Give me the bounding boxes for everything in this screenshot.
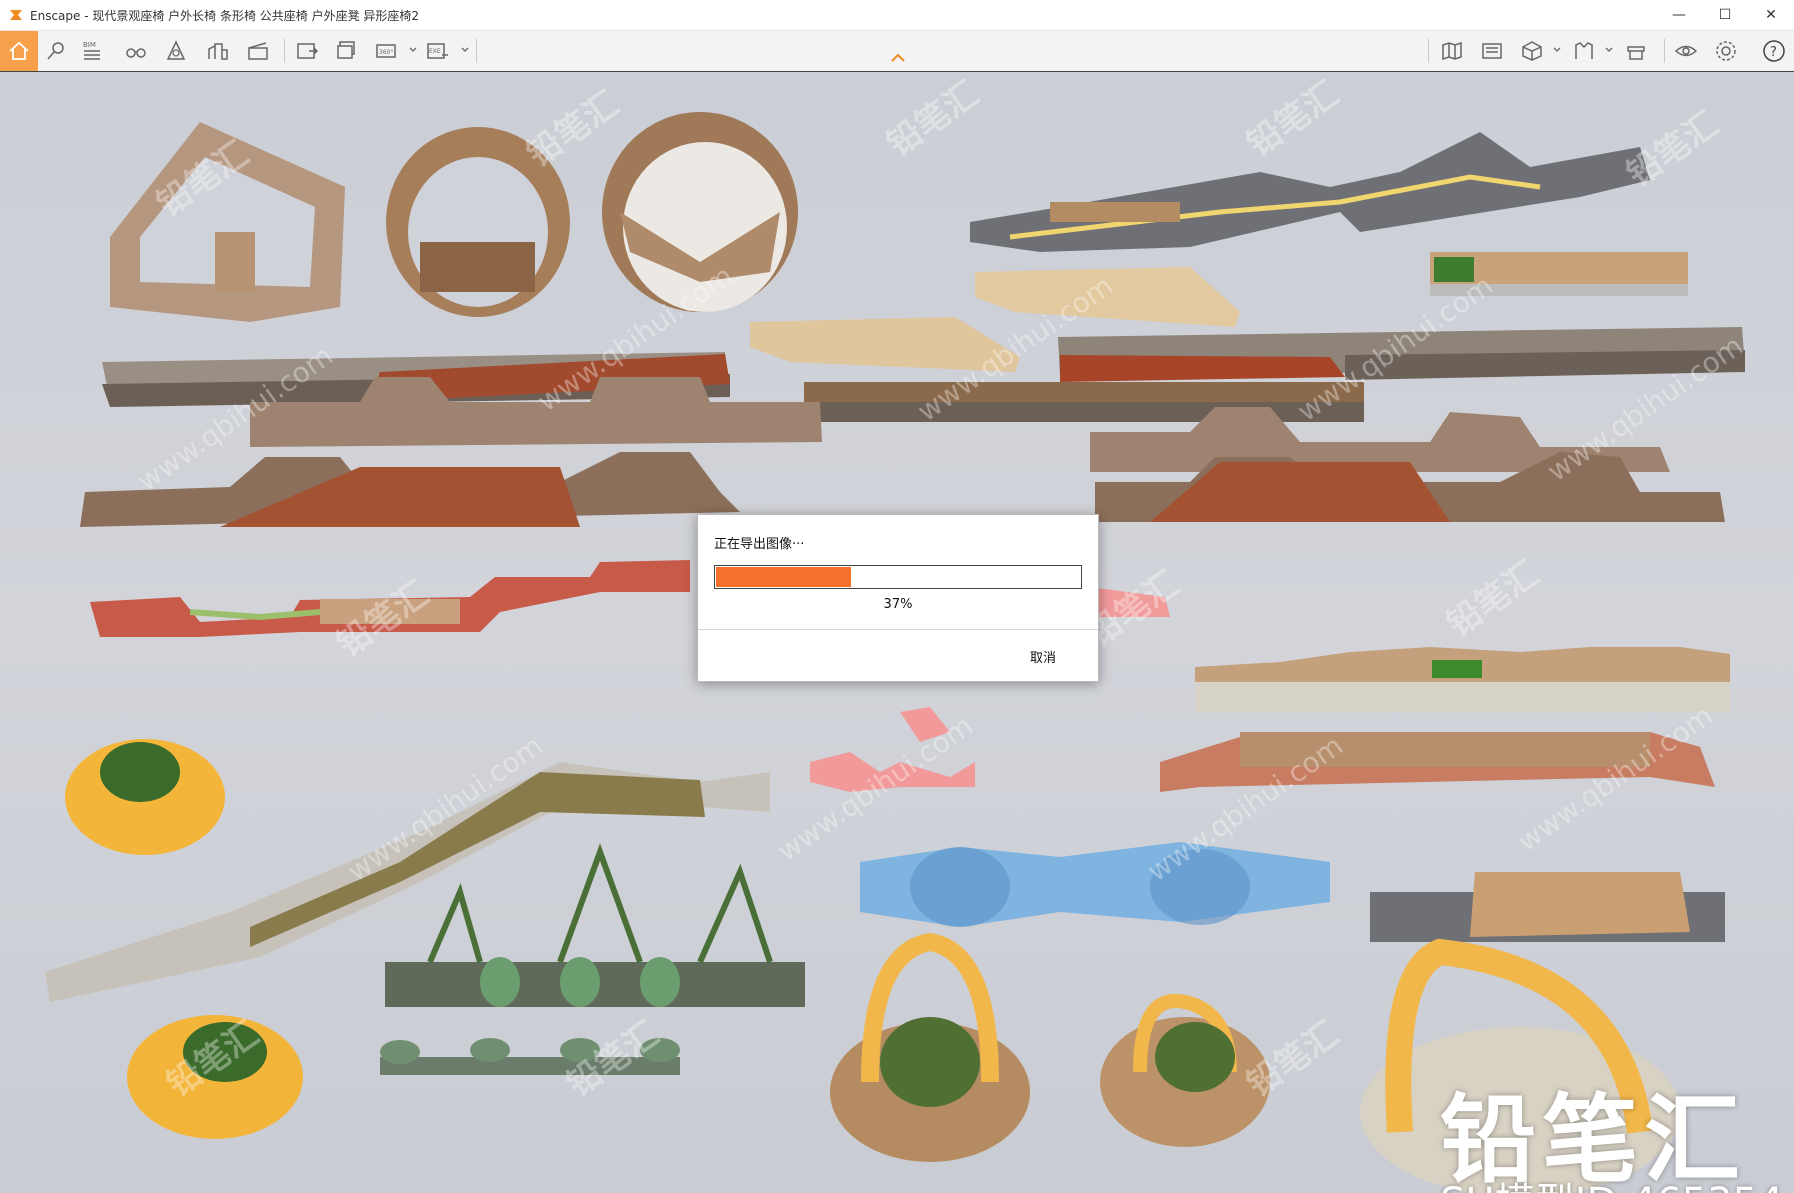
export-dropdown-chevron-icon[interactable] xyxy=(460,45,470,55)
map-icon xyxy=(1442,41,1462,61)
window-title-bar: Enscape - 现代景观座椅 户外长椅 条形椅 公共座椅 户外座凳 异形座椅… xyxy=(0,0,1794,31)
blue-mesh-bench-model xyxy=(860,842,1330,927)
toolbar-separator xyxy=(476,39,477,63)
toolbar-separator xyxy=(284,39,285,63)
close-button[interactable]: ✕ xyxy=(1748,0,1794,30)
progress-bar xyxy=(714,565,1082,589)
help-button[interactable]: ? xyxy=(1760,37,1788,65)
binoculars-button[interactable] xyxy=(122,37,150,65)
planter-bench-model xyxy=(1430,252,1688,296)
panorama-button[interactable]: 360° xyxy=(373,37,401,65)
material-editor-icon xyxy=(1575,42,1593,59)
view-cube-icon xyxy=(1522,41,1542,61)
help-icon: ? xyxy=(1763,40,1785,62)
curved-long-bench-model xyxy=(1160,732,1715,792)
maximize-button[interactable]: ☐ xyxy=(1702,0,1748,30)
cancel-button[interactable]: 取消 xyxy=(1030,647,1056,666)
bim-button[interactable]: BIM xyxy=(78,37,106,65)
ring-seat-model xyxy=(602,112,798,312)
colorful-bench-model xyxy=(90,560,690,637)
house-pavilion-model xyxy=(110,122,345,322)
material-dropdown-chevron-icon[interactable] xyxy=(1604,45,1614,55)
planter-seat-model xyxy=(385,843,805,1007)
window-title: Enscape - 现代景观座椅 户外长椅 条形椅 公共座椅 户外座凳 异形座椅… xyxy=(30,8,420,23)
gabion-bench-model xyxy=(804,382,1364,422)
map-pin-button[interactable] xyxy=(42,37,70,65)
asset-library-icon xyxy=(208,43,228,60)
grey-folded-bench-model xyxy=(970,132,1650,252)
settings-icon xyxy=(1716,41,1736,61)
export-exe-icon: EXE xyxy=(427,43,448,59)
batch-render-icon xyxy=(337,41,355,59)
map-pin-icon xyxy=(47,42,64,60)
map-button[interactable] xyxy=(1438,37,1466,65)
video-editor-button[interactable] xyxy=(244,37,272,65)
enscape-logo-icon xyxy=(10,10,22,20)
arch-planter-model xyxy=(830,932,1030,1162)
view-cube-button[interactable] xyxy=(1518,37,1546,65)
atlas-button[interactable] xyxy=(162,37,190,65)
asset-library-button[interactable] xyxy=(204,37,232,65)
dialog-title: 正在导出图像··· xyxy=(714,537,805,552)
svg-text:?: ? xyxy=(1770,45,1777,60)
screenshot-icon xyxy=(297,43,319,59)
minimize-button[interactable]: — xyxy=(1656,0,1702,30)
settings-button[interactable] xyxy=(1712,37,1740,65)
bim-icon: BIM xyxy=(83,41,100,60)
wavy-stone-bench-model xyxy=(1195,647,1730,712)
block-bench-model xyxy=(1370,872,1725,942)
batch-render-button[interactable] xyxy=(333,37,361,65)
panorama-dropdown-chevron-icon[interactable] xyxy=(408,45,418,55)
svg-text:360°: 360° xyxy=(379,49,393,56)
window-controls: — ☐ ✕ xyxy=(1656,0,1794,30)
yellow-round-planter-model xyxy=(127,1015,303,1139)
yellow-round-planter-model xyxy=(65,739,225,855)
video-editor-icon xyxy=(248,42,268,60)
atlas-icon xyxy=(166,40,186,60)
material-editor-button[interactable] xyxy=(1570,37,1598,65)
visibility-icon xyxy=(1674,45,1698,57)
home-button[interactable] xyxy=(0,31,38,71)
gabion-bench-model xyxy=(1058,327,1745,382)
screenshot-button[interactable] xyxy=(293,37,321,65)
site-context-button[interactable] xyxy=(1478,37,1506,65)
model-id-label: SU模型ID:465354 xyxy=(1440,1170,1783,1193)
toolbar-separator xyxy=(1664,39,1665,63)
ring-seat-model xyxy=(386,127,570,317)
collaboration-icon xyxy=(1627,46,1645,60)
collapse-toolbar-chevron-icon[interactable] xyxy=(890,52,906,64)
wave-bench-model xyxy=(1090,407,1725,522)
visibility-button[interactable] xyxy=(1672,37,1700,65)
view-cube-dropdown-chevron-icon[interactable] xyxy=(1552,45,1562,55)
panorama-icon: 360° xyxy=(376,44,396,58)
arch-planter-model xyxy=(1100,993,1270,1147)
site-context-icon xyxy=(1482,43,1502,59)
binoculars-icon xyxy=(126,48,146,58)
progress-percent-label: 37% xyxy=(883,597,913,612)
dialog-divider xyxy=(698,629,1098,630)
svg-text:EXE: EXE xyxy=(429,48,441,55)
collaboration-button[interactable] xyxy=(1622,37,1650,65)
export-progress-dialog: 正在导出图像··· 37% 取消 xyxy=(697,514,1099,682)
svg-text:BIM: BIM xyxy=(83,41,96,49)
toolbar-separator xyxy=(1428,39,1429,63)
export-exe-button[interactable]: EXE xyxy=(424,37,452,65)
progress-fill xyxy=(716,567,851,587)
round-stool-bench-model xyxy=(380,1038,680,1075)
home-icon xyxy=(9,41,29,60)
